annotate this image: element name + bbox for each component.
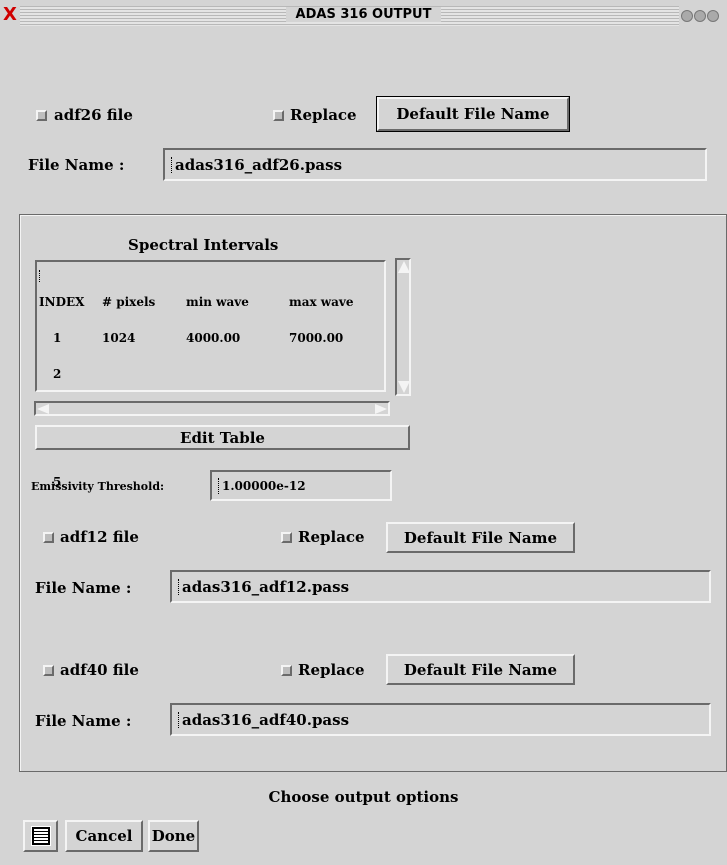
adf12-replace-label: Replace [298, 528, 365, 546]
table-row[interactable]: 2 [39, 368, 379, 380]
adf40-default-filename-button[interactable]: Default File Name [386, 654, 575, 685]
adf12-filename-label: File Name : [35, 579, 132, 597]
adf12-checkbox[interactable] [43, 532, 54, 543]
adf12-replace-checkbox[interactable] [281, 532, 292, 543]
scroll-up-icon[interactable] [398, 261, 410, 273]
adf12-checkbox-label: adf12 file [60, 528, 139, 546]
cell-min-wave: 4000.00 [186, 331, 241, 345]
cancel-button[interactable]: Cancel [65, 820, 143, 852]
adf40-filename-input[interactable]: adas316_adf40.pass [170, 703, 711, 736]
adf12-filename-input[interactable]: adas316_adf12.pass [170, 570, 711, 603]
scroll-right-icon[interactable] [375, 404, 387, 414]
window-minimize-icon[interactable] [681, 10, 693, 22]
spectral-intervals-title: Spectral Intervals [128, 236, 279, 254]
close-icon[interactable]: X [3, 5, 17, 25]
adf40-checkbox-label: adf40 file [60, 661, 139, 679]
spectral-intervals-list[interactable]: INDEX # pixels min wave max wave 1 1024 … [35, 260, 386, 488]
table-row[interactable]: 1 1024 4000.00 7000.00 [39, 332, 379, 344]
text-cursor [171, 156, 173, 173]
cell-pixels: 1024 [102, 331, 136, 345]
adf26-filename-label: File Name : [28, 156, 125, 174]
spectral-table-header: INDEX # pixels min wave max wave [39, 296, 379, 308]
vertical-scrollbar[interactable] [395, 258, 411, 396]
adf40-filename-label: File Name : [35, 712, 132, 730]
col-min-wave-header: min wave [186, 295, 249, 309]
adf12-default-filename-button[interactable]: Default File Name [386, 522, 575, 553]
adf40-filename-value: adas316_adf40.pass [182, 710, 350, 729]
scroll-down-icon[interactable] [398, 381, 410, 393]
text-cursor [218, 477, 220, 494]
text-cursor [178, 711, 180, 728]
adf26-replace-checkbox[interactable] [273, 110, 284, 121]
adf26-default-filename-button[interactable]: Default File Name [376, 96, 570, 132]
adf40-replace-checkbox[interactable] [281, 665, 292, 676]
list-cursor [39, 270, 41, 282]
adf26-checkbox-label: adf26 file [54, 106, 133, 124]
emissivity-threshold-input[interactable]: 1.00000e-12 [210, 470, 392, 501]
window-maximize-icon[interactable] [694, 10, 706, 22]
status-message: Choose output options [268, 788, 459, 806]
list-menu-icon [30, 826, 51, 846]
adf26-checkbox[interactable] [36, 110, 47, 121]
col-index-header: INDEX [39, 295, 85, 309]
emissivity-threshold-value: 1.00000e-12 [222, 478, 306, 493]
list-menu-button[interactable] [23, 820, 58, 852]
emissivity-threshold-label: Emissivity Threshold: [31, 480, 165, 493]
adf40-checkbox[interactable] [43, 665, 54, 676]
text-cursor [178, 578, 180, 595]
window-title: ADAS 316 OUTPUT [285, 7, 442, 22]
cell-index: 2 [53, 367, 62, 381]
adf26-filename-input[interactable]: adas316_adf26.pass [163, 148, 707, 181]
title-bar[interactable]: X ADAS 316 OUTPUT [0, 0, 727, 32]
adf26-filename-value: adas316_adf26.pass [175, 155, 343, 174]
horizontal-scrollbar[interactable] [34, 401, 390, 416]
adf26-replace-label: Replace [290, 106, 357, 124]
adf40-replace-label: Replace [298, 661, 365, 679]
cell-index: 1 [53, 331, 62, 345]
col-pixels-header: # pixels [102, 295, 156, 309]
col-max-wave-header: max wave [289, 295, 354, 309]
adf12-filename-value: adas316_adf12.pass [182, 577, 350, 596]
edit-table-button[interactable]: Edit Table [35, 425, 410, 450]
window-close-icon[interactable] [707, 10, 719, 22]
scroll-left-icon[interactable] [37, 404, 49, 414]
done-button[interactable]: Done [148, 820, 199, 852]
cell-max-wave: 7000.00 [289, 331, 344, 345]
